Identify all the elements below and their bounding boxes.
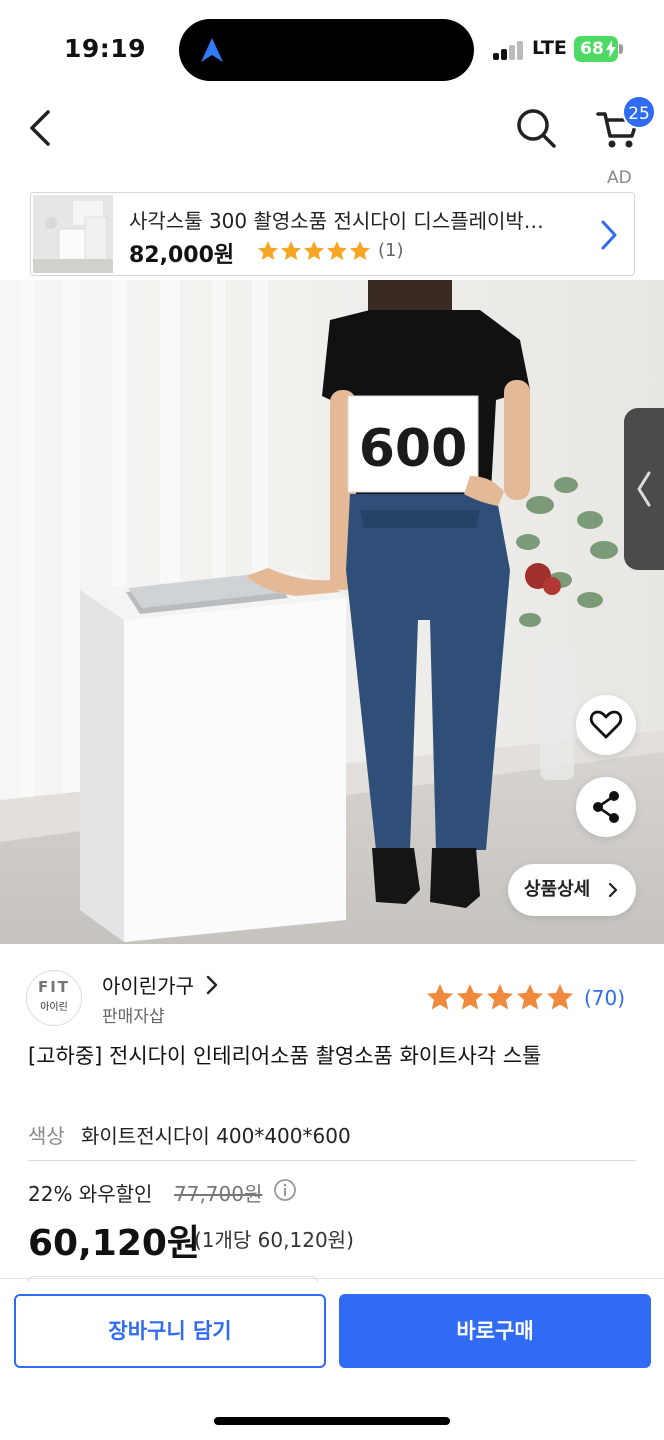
seller-logo-subtext: 아이린 <box>40 1002 68 1013</box>
ad-rating-stars <box>258 241 370 260</box>
signal-icon <box>493 40 525 60</box>
back-chevron-icon[interactable] <box>24 108 58 148</box>
product-detail-button[interactable]: 상품상세 <box>508 864 636 916</box>
review-count-link[interactable]: (70) <box>584 986 625 1010</box>
sale-price: 60,120원 <box>28 1223 201 1264</box>
home-indicator[interactable] <box>214 1417 450 1425</box>
product-detail-label: 상품상세 <box>524 879 591 900</box>
battery-level: 68 <box>580 39 604 59</box>
seller-shop-tag: 판매자샵 <box>102 1007 165 1027</box>
share-icon <box>593 791 619 823</box>
seller-logo[interactable]: FIT 아이린 <box>26 970 82 1026</box>
product-rating-stars[interactable] <box>426 983 576 1013</box>
ad-title: 사각스툴 300 촬영소품 전시다이 디스플레이박… <box>129 209 544 233</box>
charging-bolt-icon <box>606 40 616 58</box>
unit-price: (1개당 60,120원) <box>194 1228 354 1252</box>
search-icon[interactable] <box>514 106 558 150</box>
product-title: [고하중] 전시다이 인테리어소품 촬영소품 화이트사각 스툴 <box>28 1044 542 1068</box>
network-label: LTE <box>532 37 567 59</box>
dynamic-island <box>179 19 474 81</box>
ad-review-count: (1) <box>378 240 404 261</box>
chevron-right-icon <box>608 882 618 898</box>
ad-label: AD <box>607 168 632 188</box>
status-time: 19:19 <box>64 34 147 63</box>
sign-number: 600 <box>359 419 468 479</box>
status-bar: 19:19 LTE 68 <box>0 0 664 96</box>
ad-banner[interactable]: 사각스툴 300 촬영소품 전시다이 디스플레이박… 82,000원 (1) <box>30 192 635 276</box>
product-image-carousel[interactable]: 600 <box>0 280 664 944</box>
seller-name[interactable]: 아이린가구 <box>102 970 194 999</box>
partial-section-edge <box>28 1276 318 1282</box>
side-panel-handle[interactable] <box>624 408 664 570</box>
cart-count-badge[interactable]: 25 <box>622 95 656 129</box>
bottom-bar-divider <box>0 1278 664 1279</box>
discount-text: 22% 와우할인 <box>28 1182 153 1206</box>
ad-price: 82,000원 <box>129 243 235 268</box>
chevron-right-icon[interactable] <box>599 219 619 251</box>
option-label: 색상 <box>28 1124 65 1148</box>
chevron-right-icon[interactable] <box>206 975 218 995</box>
battery-icon: 68 <box>574 36 623 62</box>
chevron-left-icon <box>637 471 651 507</box>
heart-icon <box>589 710 623 739</box>
buy-now-button[interactable]: 바로구매 <box>339 1294 651 1368</box>
wishlist-button[interactable] <box>576 695 636 755</box>
share-button[interactable] <box>576 777 636 837</box>
info-icon[interactable] <box>273 1178 297 1202</box>
navigation-arrow-icon <box>201 38 223 62</box>
original-price: 77,700원 <box>174 1182 263 1206</box>
divider <box>28 1160 636 1161</box>
product-photo: 600 <box>0 280 664 944</box>
add-to-cart-button[interactable]: 장바구니 담기 <box>14 1294 326 1368</box>
ad-thumbnail <box>33 195 113 273</box>
option-value[interactable]: 화이트전시다이 400*400*600 <box>81 1120 351 1149</box>
seller-logo-text: FIT <box>37 978 71 996</box>
